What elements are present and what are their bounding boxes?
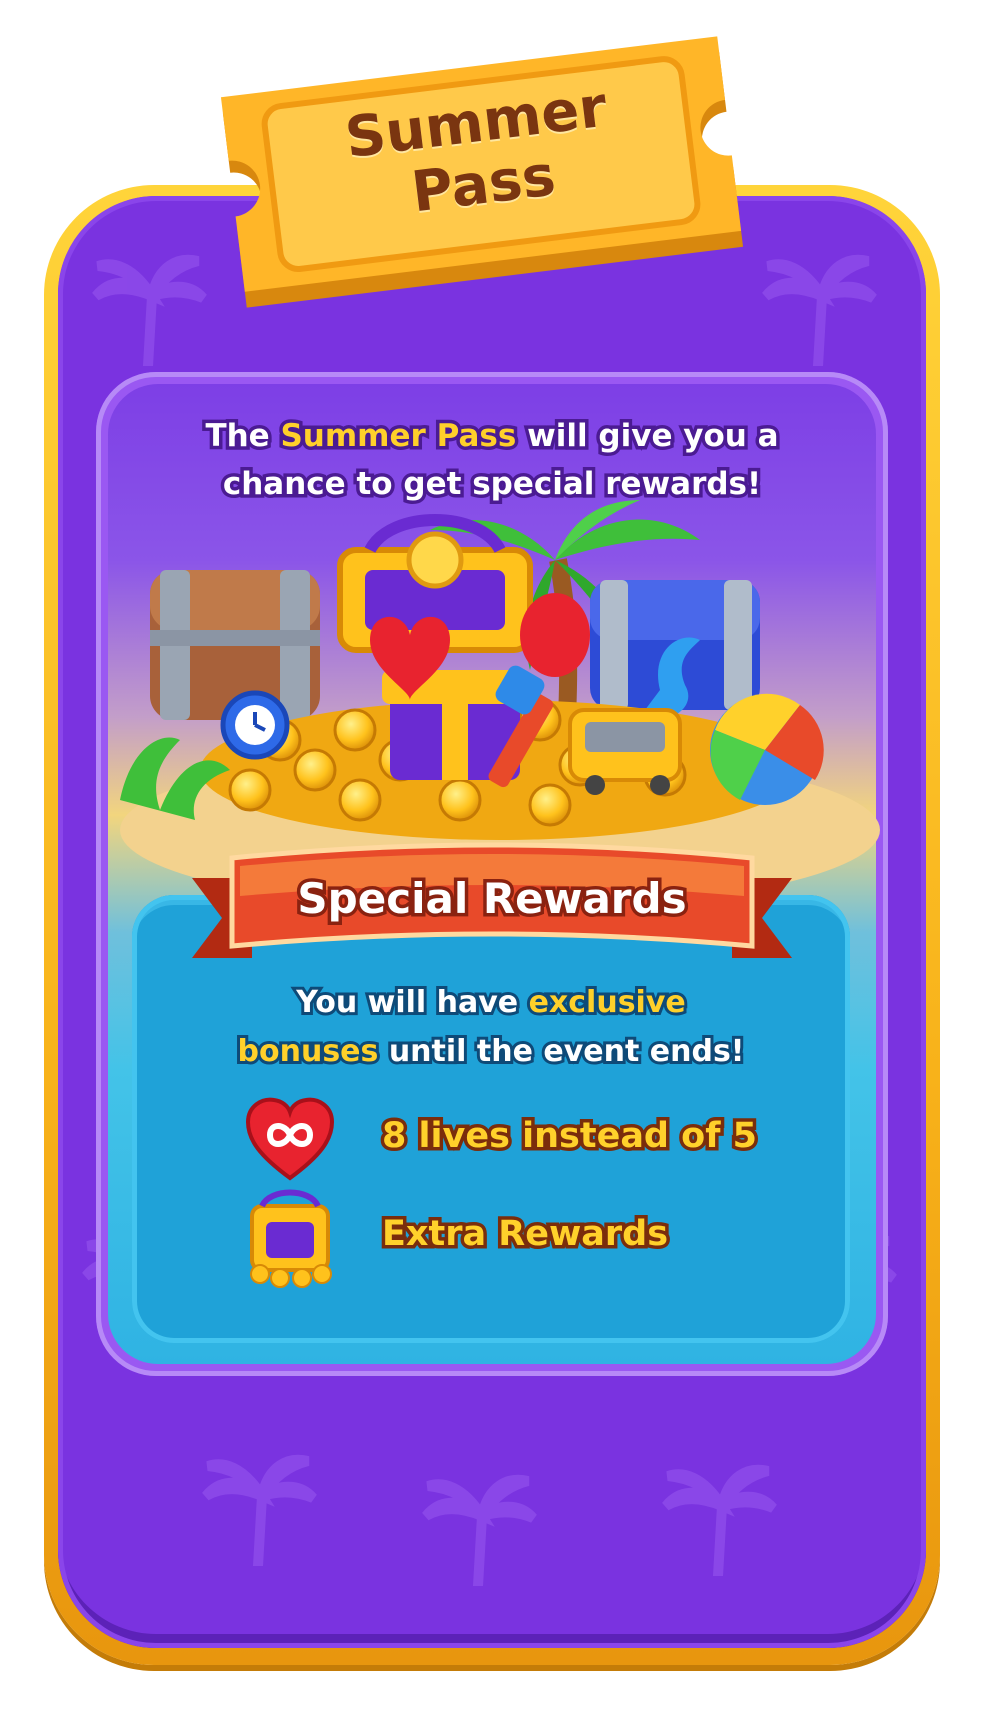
benefit-label: 8 lives instead of 5: [379, 1113, 761, 1160]
infinity-heart-icon: [245, 1097, 335, 1181]
balloon-icon: [520, 593, 590, 677]
special-rewards-banner: Special Rewards: [192, 838, 792, 978]
bonus-description: You will have exclusive bonuses until th…: [235, 982, 748, 1072]
banner-label: Special Rewards: [294, 871, 690, 927]
palm-tree-icon: [662, 1464, 777, 1576]
palm-tree-icon: [762, 254, 877, 366]
palm-tree-icon: [202, 1454, 317, 1566]
treasure-chest-icon: [250, 1189, 332, 1288]
palm-tree-icon: [92, 254, 207, 366]
benefit-extra-rewards: Extra Rewards: [240, 1188, 840, 1288]
intro-highlight: Summer Pass: [277, 415, 520, 458]
palm-tree-icon: [422, 1474, 537, 1586]
intro-text: The Summer Pass will give you a chance t…: [202, 415, 782, 506]
benefit-label: Extra Rewards: [378, 1211, 671, 1258]
bonus-highlight-exclusive: exclusive: [526, 982, 689, 1023]
benefit-lives: 8 lives instead of 5: [240, 1090, 840, 1190]
bonus-highlight-bonuses: bonuses: [235, 1031, 382, 1072]
alarm-clock-icon: [220, 690, 290, 760]
